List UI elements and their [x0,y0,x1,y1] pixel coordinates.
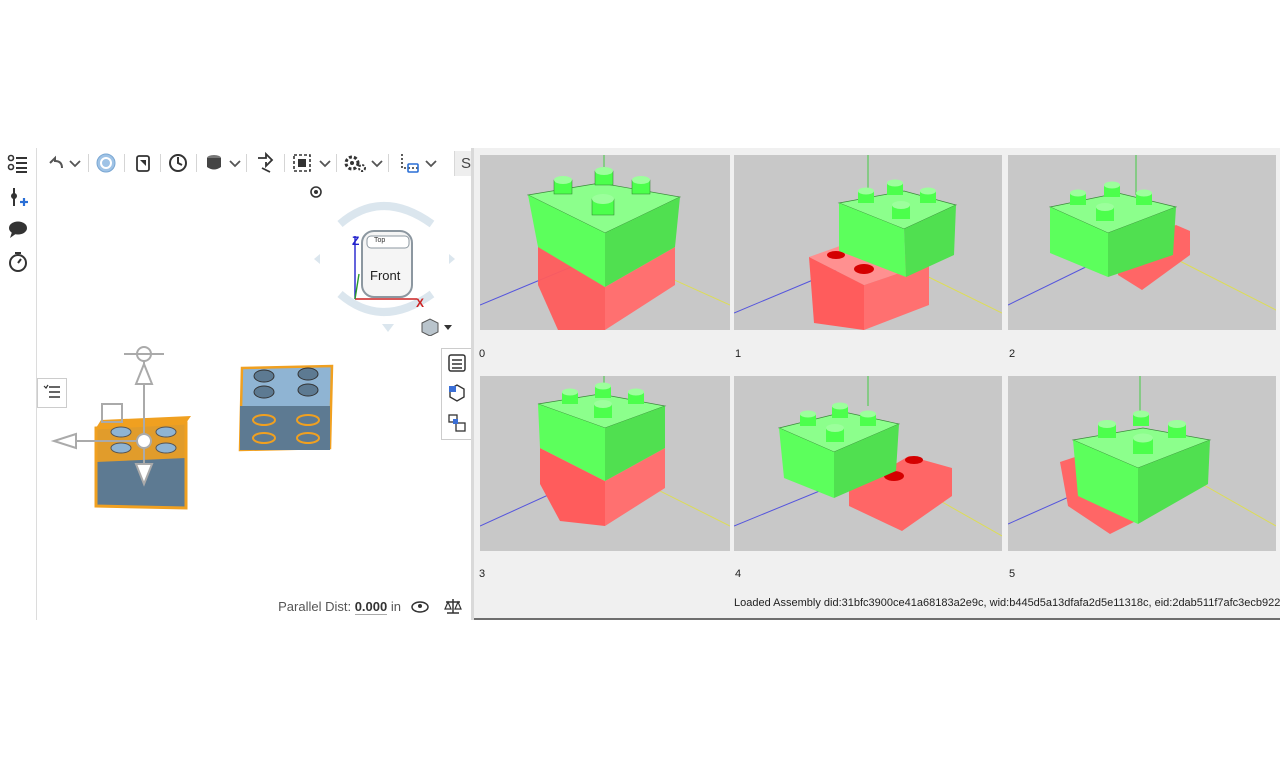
mate-connector-icon[interactable] [202,148,226,178]
view-mode-icon[interactable] [420,318,454,336]
settings-icon[interactable] [342,148,368,178]
undo-dropdown-icon[interactable] [68,148,82,178]
history-icon[interactable] [166,148,190,178]
cad-viewport-panel: S Top Front Z X Parallel Dist: 0.000 in [0,148,471,620]
parallel-dist-readout: Parallel Dist: 0.000 in [278,599,401,615]
left-rail [0,148,37,620]
replicate-icon[interactable] [254,148,278,178]
measure-icon[interactable] [396,148,422,178]
insert-icon[interactable] [94,148,118,178]
cell-label-4: 4 [735,568,742,580]
view-cube-top-label: Top [374,237,386,244]
cell-label-0: 0 [479,348,486,360]
assembly-status-line: Loaded Assembly did:31bfc3900ce41a68183a… [734,597,1280,609]
group-icon[interactable] [290,148,314,178]
comments-icon[interactable] [6,218,30,242]
settings-dropdown-icon[interactable] [370,148,384,178]
cell-label-2: 2 [1009,348,1016,360]
feature-list-icon[interactable] [6,152,30,176]
render-viewport-2[interactable] [1008,155,1276,330]
undo-icon[interactable] [44,148,66,178]
viewport-side-tools [441,348,471,440]
toolbar: S [38,148,471,178]
render-grid-panel: 0 1 2 3 4 5 Loaded Assembly did:31bfc390… [474,148,1280,620]
bottom-rule [474,618,1280,620]
cell-label-3: 3 [479,568,486,580]
section-view-icon[interactable] [447,383,467,403]
selected-brick[interactable] [36,338,206,518]
paste-icon[interactable] [132,148,154,178]
cell-label-5: 5 [1009,568,1016,580]
timer-icon[interactable] [6,250,30,274]
add-part-icon[interactable] [6,186,30,210]
render-viewport-0[interactable] [480,155,730,330]
search-tab[interactable]: S [454,151,471,176]
appearance-panel-icon[interactable] [447,353,467,373]
view-cube-front-label: Front [370,268,401,283]
render-viewport-4[interactable] [734,376,1002,551]
group-dropdown-icon[interactable] [318,148,332,178]
parallel-dist-value[interactable]: 0.000 [354,599,388,615]
mate-connector-dropdown-icon[interactable] [228,148,242,178]
exploded-view-icon[interactable] [447,413,467,433]
axis-x-label: X [416,296,425,310]
cell-label-1: 1 [735,348,742,360]
axis-z-label: Z [352,234,360,248]
parallel-dist-unit: in [390,599,401,614]
measure-tape-icon[interactable] [410,598,430,614]
parallel-dist-label: Parallel Dist: [278,599,352,614]
render-viewport-1[interactable] [734,155,1002,330]
measure-dropdown-icon[interactable] [424,148,438,178]
render-viewport-5[interactable] [1008,376,1276,551]
render-viewport-3[interactable] [480,376,730,551]
mass-properties-icon[interactable] [443,597,463,615]
unselected-brick[interactable] [234,358,344,458]
